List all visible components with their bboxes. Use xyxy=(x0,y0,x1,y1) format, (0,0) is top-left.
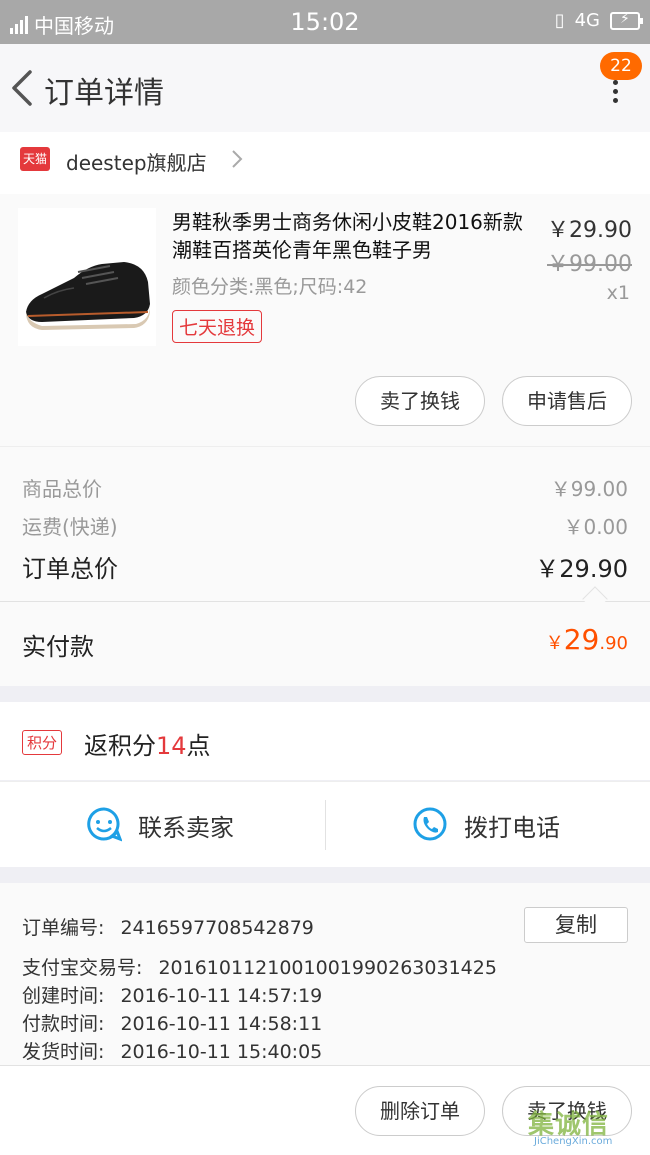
page-title: 订单详情 xyxy=(44,76,164,111)
product-card[interactable]: 男鞋秋季男士商务休闲小皮鞋2016新款潮鞋百搭英伦青年黑色鞋子男 颜色分类:黑色… xyxy=(0,194,650,446)
tmall-logo-icon: 天猫 xyxy=(20,147,50,171)
more-menu-icon[interactable] xyxy=(610,80,620,106)
chat-bubble-icon xyxy=(87,807,122,842)
goods-total-value: ￥99.00 xyxy=(550,477,628,501)
status-bar: 中国移动 15:02 ▯ 4G ⚡ xyxy=(0,0,650,44)
product-quantity: x1 xyxy=(606,282,630,304)
points-count: 14 xyxy=(156,732,187,760)
contact-seller-label: 联系卖家 xyxy=(138,814,234,842)
created-value: 2016-10-11 14:57:19 xyxy=(120,985,323,1007)
alipay-row: 支付宝交易号: 2016101121001001990263031425 xyxy=(22,953,497,980)
product-name[interactable]: 男鞋秋季男士商务休闲小皮鞋2016新款潮鞋百搭英伦青年黑色鞋子男 xyxy=(172,208,532,264)
order-total-row: 订单总价 ￥29.90 xyxy=(22,549,628,584)
price-summary: 商品总价 ￥99.00 运费(快递) ￥0.00 订单总价 ￥29.90 实付款… xyxy=(0,446,650,686)
divider xyxy=(0,601,650,602)
shop-row[interactable]: 天猫 deestep旗舰店 xyxy=(0,132,650,194)
shipping-label: 运费(快递) xyxy=(22,515,118,539)
call-phone-button[interactable]: 拨打电话 xyxy=(326,782,650,868)
alipay-label: 支付宝交易号: xyxy=(22,957,143,979)
product-price: ￥29.90 xyxy=(547,218,632,243)
order-number-label: 订单编号: xyxy=(22,917,105,939)
amount-paid-label: 实付款 xyxy=(22,633,94,661)
paid-decimal: .90 xyxy=(599,633,628,654)
watermark-logo: 集诚信 JiChengXin.com xyxy=(528,1104,646,1148)
chevron-right-icon xyxy=(232,150,243,168)
order-number-row: 订单编号: 2416597708542879 xyxy=(22,913,314,940)
order-number-value: 2416597708542879 xyxy=(120,917,314,939)
contact-row: 联系卖家 拨打电话 xyxy=(0,781,650,867)
phone-icon xyxy=(413,807,447,841)
divider-notch xyxy=(582,586,608,612)
paid-currency: ￥ xyxy=(545,633,564,654)
order-info: 订单编号: 2416597708542879 复制 支付宝交易号: 201610… xyxy=(0,883,650,1065)
product-original-price: ￥99.00 xyxy=(547,252,632,277)
back-arrow-icon[interactable] xyxy=(8,66,38,110)
paid-time-label: 付款时间: xyxy=(22,1013,105,1035)
alipay-value: 2016101121001001990263031425 xyxy=(158,957,497,979)
battery-icon: ⚡ xyxy=(610,11,643,30)
after-sales-button[interactable]: 申请售后 xyxy=(502,376,632,426)
sell-for-cash-button[interactable]: 卖了换钱 xyxy=(355,376,485,426)
watermark-sub: JiChengXin.com xyxy=(534,1136,613,1147)
shipped-row: 发货时间: 2016-10-11 15:40:05 xyxy=(22,1037,322,1064)
product-thumbnail[interactable] xyxy=(18,208,156,346)
goods-total-row: 商品总价 ￥99.00 xyxy=(22,473,628,502)
goods-total-label: 商品总价 xyxy=(22,477,102,501)
paid-time-value: 2016-10-11 14:58:11 xyxy=(120,1013,323,1035)
shipping-row: 运费(快递) ￥0.00 xyxy=(22,511,628,540)
points-prefix: 返积分 xyxy=(84,732,156,760)
notification-badge: 22 xyxy=(600,52,642,80)
product-spec: 颜色分类:黑色;尺码:42 xyxy=(172,276,368,298)
bottom-action-bar: 删除订单 卖了换钱 集诚信 JiChengXin.com xyxy=(0,1065,650,1155)
points-badge: 积分 xyxy=(22,730,63,755)
paid-row: 付款时间: 2016-10-11 14:58:11 xyxy=(22,1009,322,1036)
paid-integer: 29 xyxy=(563,623,600,656)
points-suffix: 点 xyxy=(186,732,211,760)
order-total-label: 订单总价 xyxy=(22,555,118,583)
points-text: 返积分14点 xyxy=(84,726,211,761)
points-row: 积分 返积分14点 xyxy=(0,702,650,780)
shipped-value: 2016-10-11 15:40:05 xyxy=(120,1041,323,1063)
order-total-value: ￥29.90 xyxy=(535,555,628,583)
app-header: 订单详情 22 xyxy=(0,44,650,132)
return-policy-tag: 七天退换 xyxy=(172,310,263,343)
network-label: 4G xyxy=(574,10,600,31)
delete-order-button[interactable]: 删除订单 xyxy=(355,1086,485,1136)
contact-seller-button[interactable]: 联系卖家 xyxy=(0,782,325,868)
created-label: 创建时间: xyxy=(22,985,105,1007)
copy-button[interactable]: 复制 xyxy=(524,907,628,943)
created-row: 创建时间: 2016-10-11 14:57:19 xyxy=(22,981,322,1008)
shop-name: deestep旗舰店 xyxy=(66,151,207,175)
status-time: 15:02 xyxy=(290,8,360,36)
call-phone-label: 拨打电话 xyxy=(464,814,560,842)
vibrate-icon: ▯ xyxy=(554,10,565,31)
shipped-label: 发货时间: xyxy=(22,1041,105,1063)
shipping-value: ￥0.00 xyxy=(563,515,628,539)
amount-paid-value: ￥29.90 xyxy=(546,623,628,656)
